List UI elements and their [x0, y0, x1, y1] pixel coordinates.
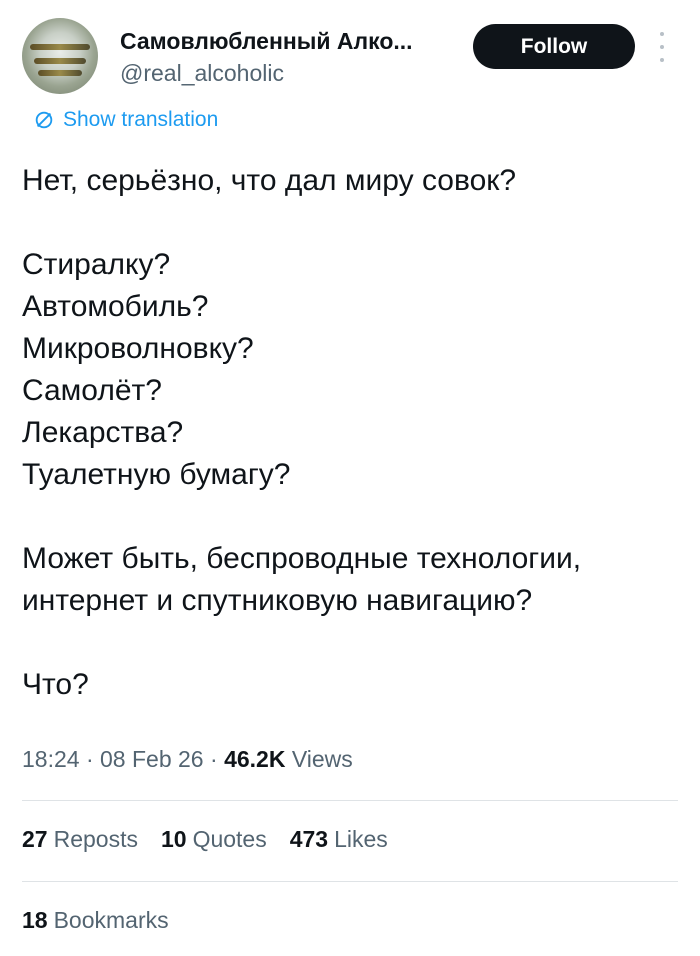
- tweet-line: Что?: [22, 668, 89, 701]
- tweet-line: Стиралку?: [22, 248, 171, 281]
- more-vertical-icon[interactable]: [650, 32, 674, 62]
- quotes-count: 10: [160, 826, 187, 852]
- tweet-date[interactable]: 08 Feb 26: [100, 746, 204, 772]
- tweet-time[interactable]: 18:24: [22, 746, 80, 772]
- follow-button-label: Follow: [520, 34, 588, 58]
- views-count: 46.2K: [224, 746, 286, 772]
- tweet-meta: 18:24 · 08 Feb 26 · 46.2K Views: [22, 746, 353, 773]
- avatar[interactable]: [22, 18, 98, 94]
- divider: [22, 800, 678, 801]
- likes-count: 473: [289, 826, 329, 852]
- follow-button[interactable]: Follow: [473, 24, 635, 69]
- tweet-stats: 27 Reposts 10 Quotes 473 Likes: [22, 826, 388, 853]
- tweet-line: Нет, серьёзно, что дал миру совок?: [22, 164, 517, 197]
- tweet-line: Микроволновку?: [22, 332, 254, 365]
- globe-icon: [35, 111, 53, 129]
- likes-stat[interactable]: 473 Likes: [290, 826, 388, 853]
- tweet-line: Может быть, беспроводные технологии,: [22, 542, 582, 575]
- bookmarks-count: 18: [22, 907, 48, 933]
- tweet-line: интернет и спутниковую навигацию?: [22, 584, 533, 617]
- bookmarks-stat[interactable]: 18 Bookmarks: [22, 907, 169, 934]
- tweet-line: Автомобиль?: [22, 290, 209, 323]
- tweet-header: Самовлюбленный Алко... @real_alcoholic F…: [22, 18, 682, 98]
- reposts-label: Reposts: [53, 826, 138, 852]
- tweet-line: Туалетную бумагу?: [22, 458, 291, 491]
- author-handle[interactable]: @real_alcoholic: [120, 60, 284, 87]
- bookmarks-label: Bookmarks: [53, 907, 169, 933]
- likes-label: Likes: [334, 826, 388, 852]
- meta-separator: ·: [85, 746, 94, 772]
- tweet-line: Самолёт?: [22, 374, 162, 407]
- divider: [22, 881, 678, 882]
- show-translation-label: Show translation: [63, 108, 219, 131]
- show-translation-link[interactable]: Show translation: [33, 108, 218, 132]
- reposts-count: 27: [22, 826, 48, 852]
- tweet-text: Нет, серьёзно, что дал миру совок? Стира…: [22, 160, 672, 706]
- tweet-line: Лекарства?: [22, 416, 184, 449]
- quotes-label: Quotes: [192, 826, 267, 852]
- reposts-stat[interactable]: 27 Reposts: [22, 826, 138, 853]
- quotes-stat[interactable]: 10 Quotes: [161, 826, 267, 853]
- meta-separator: ·: [210, 746, 218, 772]
- views-label: Views: [291, 746, 353, 772]
- author-display-name[interactable]: Самовлюбленный Алко...: [120, 28, 465, 55]
